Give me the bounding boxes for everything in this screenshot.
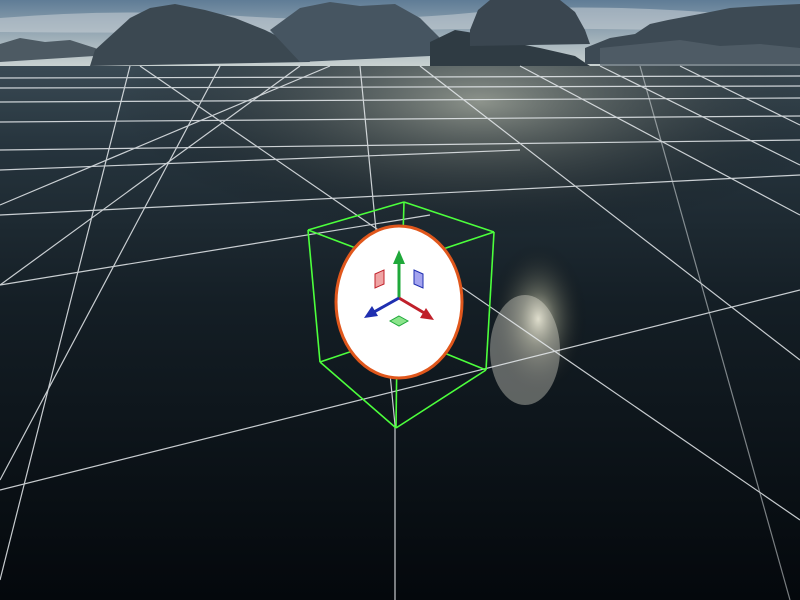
selected-sphere[interactable]: [334, 224, 464, 380]
sun-glint: [490, 295, 560, 405]
scene-canvas[interactable]: [0, 0, 800, 600]
3d-scene-viewport[interactable]: [0, 0, 800, 600]
